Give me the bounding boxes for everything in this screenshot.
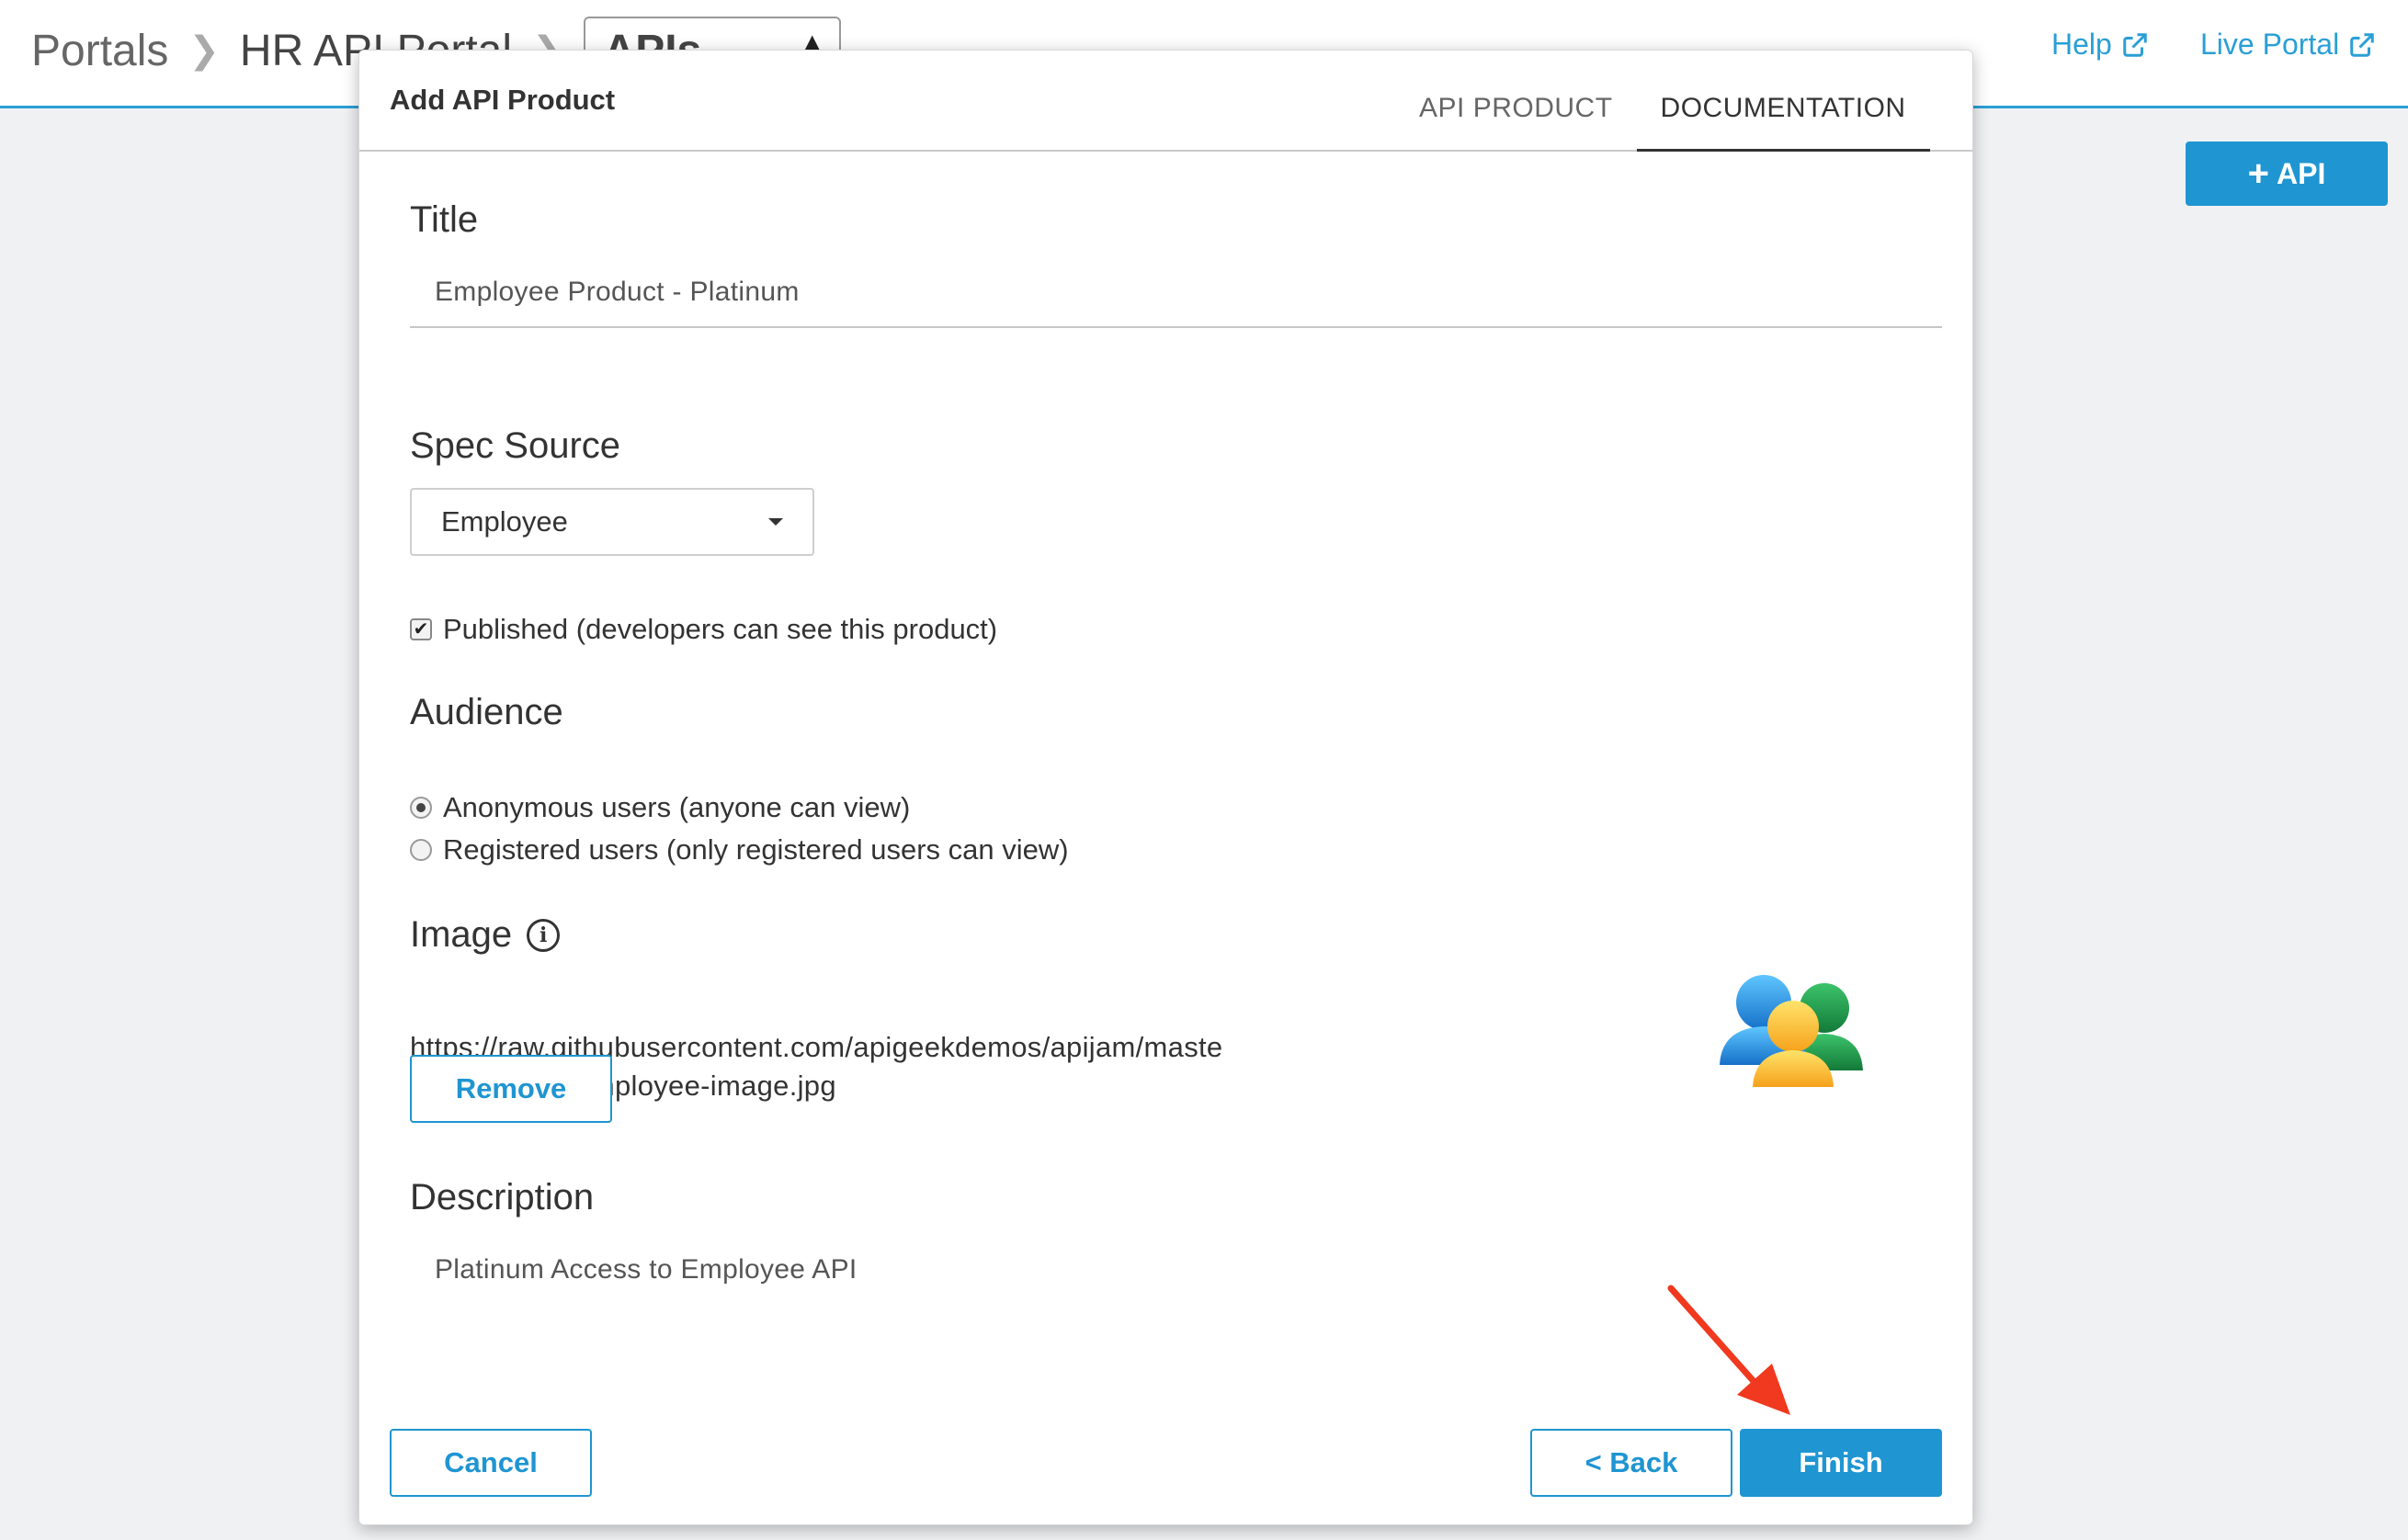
- published-checkbox[interactable]: ✔: [410, 618, 432, 640]
- radio-anonymous[interactable]: [410, 797, 432, 819]
- add-api-label: API: [2277, 156, 2326, 190]
- external-link-icon: [2123, 32, 2147, 57]
- audience-option-anonymous[interactable]: Anonymous users (anyone can view): [410, 791, 910, 824]
- audience-option-registered[interactable]: Registered users (only registered users …: [410, 833, 1069, 866]
- help-link[interactable]: Help: [2051, 28, 2149, 62]
- back-button-label: < Back: [1585, 1446, 1678, 1478]
- published-row: ✔ Published (developers can see this pro…: [410, 613, 997, 646]
- title-label: Title: [410, 199, 479, 240]
- live-portal-link[interactable]: Live Portal: [2200, 28, 2376, 62]
- finish-button[interactable]: Finish: [1740, 1429, 1942, 1497]
- info-icon[interactable]: i: [527, 918, 561, 952]
- title-input-underline: [410, 326, 1942, 328]
- spec-source-select[interactable]: Employee: [410, 488, 814, 556]
- radio-registered[interactable]: [410, 839, 432, 861]
- spec-source-label: Spec Source: [410, 425, 621, 466]
- spec-source-selected: Employee: [441, 505, 568, 538]
- audience-option-registered-label: Registered users (only registered users …: [443, 833, 1069, 866]
- remove-image-button[interactable]: Remove: [410, 1055, 612, 1123]
- caret-down-icon: [768, 518, 783, 526]
- image-label: Image: [410, 914, 513, 955]
- dialog-header: Add API Product API PRODUCT DOCUMENTATIO…: [359, 51, 1972, 152]
- remove-image-label: Remove: [455, 1072, 567, 1104]
- plus-icon: +: [2247, 153, 2269, 194]
- dialog-tabs: API PRODUCT DOCUMENTATION: [1395, 91, 1930, 152]
- add-api-button[interactable]: + API: [2186, 142, 2388, 206]
- cancel-button[interactable]: Cancel: [390, 1429, 592, 1497]
- description-label: Description: [410, 1177, 595, 1217]
- audience-label: Audience: [410, 692, 563, 732]
- image-label-row: Image i: [410, 914, 561, 956]
- people-group-icon: [1720, 975, 1863, 1087]
- add-api-product-dialog: Add API Product API PRODUCT DOCUMENTATIO…: [358, 50, 1973, 1525]
- description-input[interactable]: Platinum Access to Employee API: [435, 1254, 858, 1285]
- finish-button-label: Finish: [1799, 1446, 1883, 1478]
- published-label: Published (developers can see this produ…: [443, 613, 998, 645]
- title-input[interactable]: Employee Product - Platinum: [435, 277, 800, 308]
- breadcrumb-portals[interactable]: Portals: [31, 26, 168, 76]
- audience-option-anonymous-label: Anonymous users (anyone can view): [443, 791, 911, 823]
- dialog-title: Add API Product: [390, 84, 616, 116]
- tab-api-product[interactable]: API PRODUCT: [1395, 91, 1637, 152]
- help-link-label: Help: [2051, 28, 2112, 61]
- tab-documentation[interactable]: DOCUMENTATION: [1636, 91, 1930, 152]
- breadcrumb-separator-icon: ❯: [188, 30, 220, 71]
- back-button[interactable]: < Back: [1530, 1429, 1732, 1497]
- live-portal-link-label: Live Portal: [2200, 28, 2340, 61]
- external-link-icon: [2350, 32, 2374, 57]
- cancel-button-label: Cancel: [444, 1446, 538, 1478]
